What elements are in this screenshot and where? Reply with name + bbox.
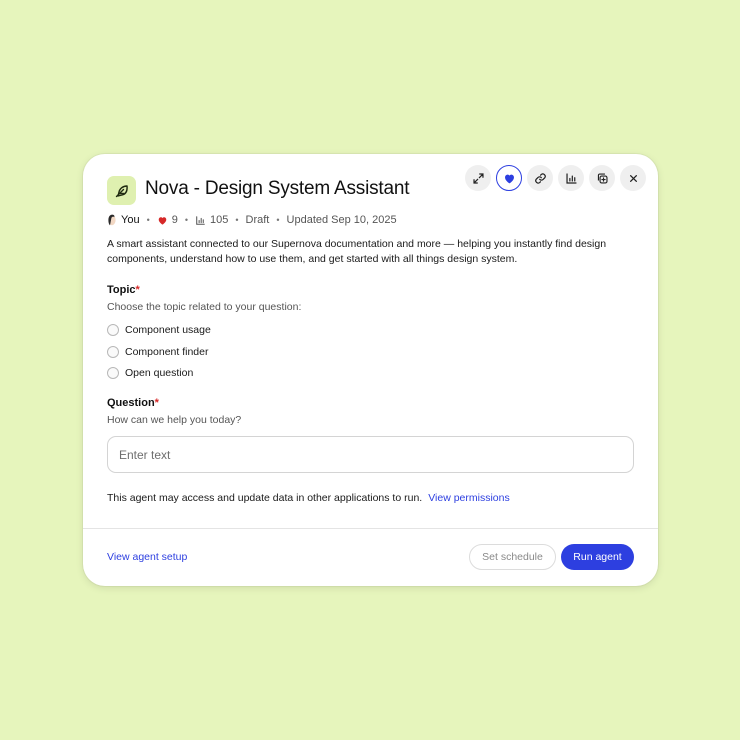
permissions-notice: This agent may access and update data in… xyxy=(107,492,510,504)
required-mark: * xyxy=(135,284,140,296)
views-count: 105 xyxy=(210,214,229,226)
radio-button[interactable] xyxy=(107,346,119,358)
radio-button[interactable] xyxy=(107,367,119,379)
view-agent-setup-link[interactable]: View agent setup xyxy=(107,551,187,563)
question-label-text: Question xyxy=(107,397,155,409)
topic-label-text: Topic xyxy=(107,284,136,296)
meta-separator: • xyxy=(146,215,150,225)
likes-count: 9 xyxy=(171,214,178,226)
meta-separator: • xyxy=(276,215,280,225)
radio-label: Component finder xyxy=(125,346,209,358)
agent-title: Nova - Design System Assistant xyxy=(145,178,410,199)
status-label: Draft xyxy=(245,214,270,226)
expand-icon xyxy=(472,172,484,184)
link-icon xyxy=(534,172,546,184)
footer-divider xyxy=(83,528,658,529)
radio-button[interactable] xyxy=(107,324,119,336)
question-help: How can we help you today? xyxy=(107,414,242,426)
close-button[interactable] xyxy=(620,165,646,191)
radio-label: Open question xyxy=(125,367,194,379)
analytics-button[interactable] xyxy=(558,165,584,191)
set-schedule-button[interactable]: Set schedule xyxy=(469,544,556,570)
card-toolbar xyxy=(465,165,646,191)
question-input[interactable] xyxy=(107,436,634,473)
meta-separator: • xyxy=(235,215,239,225)
close-icon xyxy=(629,174,637,182)
heart-icon xyxy=(158,216,166,225)
duplicate-icon xyxy=(597,172,608,184)
required-mark: * xyxy=(154,397,159,409)
radio-component-usage[interactable]: Component usage xyxy=(107,324,211,336)
agent-description: A smart assistant connected to our Super… xyxy=(107,238,607,265)
author-avatar xyxy=(107,214,117,226)
heart-icon xyxy=(504,174,514,183)
updated-date: Updated Sep 10, 2025 xyxy=(286,214,397,226)
meta-separator: • xyxy=(184,215,188,225)
question-label: Question* xyxy=(107,397,159,409)
radio-open-question[interactable]: Open question xyxy=(107,367,193,379)
run-agent-button[interactable]: Run agent xyxy=(561,544,634,570)
duplicate-button[interactable] xyxy=(589,165,615,191)
expand-button[interactable] xyxy=(465,165,491,191)
bar-chart-icon xyxy=(565,172,577,184)
radio-label: Component usage xyxy=(125,324,211,336)
author-name: You xyxy=(121,214,140,226)
favorite-button[interactable] xyxy=(496,165,522,191)
topic-label: Topic* xyxy=(107,284,140,296)
bar-chart-icon xyxy=(196,215,205,225)
radio-component-finder[interactable]: Component finder xyxy=(107,346,208,358)
feather-icon xyxy=(115,184,128,197)
permissions-text: This agent may access and update data in… xyxy=(107,492,423,504)
agent-meta: You • 9 • 105 • Draft • Updated Sep 10, … xyxy=(107,214,397,226)
copy-link-button[interactable] xyxy=(527,165,553,191)
topic-help: Choose the topic related to your questio… xyxy=(107,301,302,313)
agent-app-icon xyxy=(107,176,136,205)
view-permissions-link[interactable]: View permissions xyxy=(428,492,510,504)
agent-card: Nova - Design System Assistant You • 9 •… xyxy=(83,154,658,586)
